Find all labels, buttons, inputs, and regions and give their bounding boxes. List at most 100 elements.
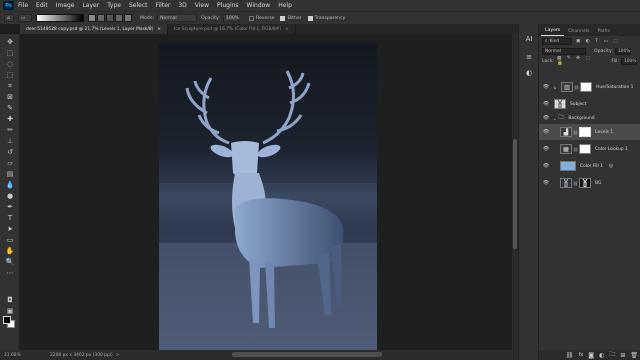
foreground-color-swatch[interactable] bbox=[3, 316, 11, 324]
frame-tool-icon[interactable]: ⊠ bbox=[5, 93, 15, 101]
lasso-tool-icon[interactable]: ◌ bbox=[5, 60, 15, 68]
transparency-checkbox[interactable] bbox=[307, 15, 313, 21]
eyedropper-tool-icon[interactable]: ✎ bbox=[5, 104, 15, 112]
mask-link-icon[interactable]: ⛓ bbox=[573, 147, 578, 152]
linear-gradient-icon[interactable] bbox=[88, 14, 96, 22]
canvas-area[interactable] bbox=[20, 34, 512, 350]
dither-checkbox[interactable] bbox=[280, 15, 286, 21]
mask-link-icon[interactable]: ⛓ bbox=[573, 181, 578, 186]
visibility-eye-icon[interactable]: 👁 bbox=[542, 180, 550, 186]
layer-group-row[interactable]: 👁 ⌄ 🗀 Background bbox=[539, 112, 640, 124]
layer-mask-thumbnail[interactable] bbox=[580, 82, 593, 92]
layer-mask-thumbnail[interactable] bbox=[579, 144, 592, 154]
visibility-eye-icon[interactable]: 👁 bbox=[542, 163, 550, 169]
clone-stamp-tool-icon[interactable]: ⊥ bbox=[5, 137, 15, 145]
layer-mask-thumbnail[interactable] bbox=[579, 127, 592, 137]
menu-select[interactable]: Select bbox=[129, 2, 148, 9]
diamond-gradient-icon[interactable] bbox=[124, 14, 132, 22]
radial-gradient-icon[interactable] bbox=[97, 14, 105, 22]
mode-dropdown[interactable]: Normal bbox=[157, 14, 198, 22]
layer-opacity-field[interactable]: 100% bbox=[614, 47, 631, 55]
brush-tool-icon[interactable]: ✏ bbox=[5, 126, 15, 134]
mask-icon[interactable]: ◙ bbox=[588, 352, 594, 359]
blur-tool-icon[interactable]: 💧 bbox=[5, 181, 15, 189]
menu-layer[interactable]: Layer bbox=[82, 2, 99, 9]
gradient-tool-preset-icon[interactable]: ▭ bbox=[18, 14, 32, 22]
adjustment-icon[interactable]: ◐ bbox=[599, 352, 604, 359]
status-menu-arrow-icon[interactable]: > bbox=[116, 353, 120, 358]
menu-file[interactable]: File bbox=[18, 2, 28, 9]
new-layer-icon[interactable]: ⊞ bbox=[620, 352, 625, 359]
more-tools-icon[interactable]: ⋯ bbox=[5, 269, 15, 277]
artboard-tool-icon[interactable]: ⬚ bbox=[5, 49, 15, 57]
adjustments-icon[interactable]: ◐ bbox=[524, 68, 534, 78]
angle-gradient-icon[interactable] bbox=[106, 14, 114, 22]
scrollbar-thumb[interactable] bbox=[513, 139, 517, 249]
menu-view[interactable]: View bbox=[195, 2, 209, 9]
mask-link-icon[interactable]: ⛓ bbox=[574, 85, 579, 90]
menu-edit[interactable]: Edit bbox=[36, 2, 48, 9]
healing-brush-tool-icon[interactable]: ✚ bbox=[5, 115, 15, 123]
tab-ice-sculpture-document[interactable]: Ice Sculpture.psd @ 16.7% (Color Fill 1,… bbox=[168, 24, 296, 34]
link-icon[interactable]: ⛓ bbox=[566, 352, 574, 359]
layer-row[interactable]: 👁 ⛓ BG bbox=[539, 175, 640, 191]
visibility-eye-icon[interactable]: 👁 bbox=[542, 146, 550, 152]
gradient-picker[interactable] bbox=[36, 14, 84, 22]
type-tool-icon[interactable]: T bbox=[5, 214, 15, 222]
fill-field[interactable]: 100% bbox=[621, 57, 637, 65]
blend-mode-dropdown[interactable]: Normal bbox=[542, 47, 586, 55]
menu-3d[interactable]: 3D bbox=[178, 2, 186, 9]
zoom-tool-icon[interactable]: 🔍 bbox=[5, 258, 15, 266]
document-canvas[interactable] bbox=[159, 43, 377, 350]
visibility-eye-icon[interactable]: 👁 bbox=[542, 129, 550, 135]
menu-image[interactable]: Image bbox=[56, 2, 75, 9]
visibility-eye-icon[interactable]: 👁 bbox=[542, 101, 550, 107]
gradient-tool-icon[interactable]: ▤ bbox=[5, 170, 15, 178]
layer-row[interactable]: 👁 ▦ ⛓ Color Lookup 1 bbox=[539, 141, 640, 157]
layer-kind-filter[interactable]: ⌕ Kind bbox=[542, 37, 572, 45]
rectangle-tool-icon[interactable]: ▭ bbox=[5, 236, 15, 244]
tab-channels[interactable]: Channels bbox=[564, 29, 593, 36]
screen-mode-icon[interactable]: ▣ bbox=[5, 307, 15, 315]
zoom-level[interactable]: 21.68% bbox=[4, 353, 30, 358]
close-icon[interactable]: × bbox=[157, 27, 161, 32]
folder-icon[interactable]: 🗀 bbox=[609, 350, 615, 360]
properties-icon[interactable]: ≡ bbox=[524, 52, 534, 62]
visibility-eye-icon[interactable]: 👁 bbox=[542, 115, 550, 121]
menu-window[interactable]: Window bbox=[247, 2, 271, 9]
menu-help[interactable]: Help bbox=[278, 2, 292, 9]
mask-link-icon[interactable]: ⛓ bbox=[573, 130, 578, 135]
layer-mask-thumbnail[interactable] bbox=[579, 178, 592, 188]
tab-paths[interactable]: Paths bbox=[593, 29, 614, 36]
tab-layers[interactable]: Layers bbox=[541, 28, 565, 36]
filter-type-icons[interactable]: ▣ ◐ T ▭ ⬚ bbox=[576, 39, 620, 44]
eraser-tool-icon[interactable]: ▱ bbox=[5, 159, 15, 167]
history-brush-tool-icon[interactable]: ↺ bbox=[5, 148, 15, 156]
home-icon[interactable]: ⌂ bbox=[4, 14, 14, 22]
photoshop-logo-icon[interactable]: Ps bbox=[3, 1, 14, 10]
layer-row[interactable]: 👁 ↳ ▥ ⛓ Hue/Saturation 1 bbox=[539, 79, 640, 95]
opacity-field[interactable]: 100% bbox=[222, 14, 239, 22]
chevron-down-icon[interactable]: ⌄ bbox=[553, 116, 556, 121]
ai-assistant-icon[interactable]: AI bbox=[524, 34, 534, 44]
fx-icon[interactable]: fx bbox=[579, 352, 584, 358]
layer-row[interactable]: 👁 Color Fill 1 ◎ bbox=[539, 158, 640, 174]
pen-tool-icon[interactable]: ✒ bbox=[5, 203, 15, 211]
trash-icon[interactable]: 🗑 bbox=[630, 352, 638, 359]
horizontal-scrollbar[interactable] bbox=[232, 352, 382, 357]
dodge-tool-icon[interactable]: ● bbox=[5, 192, 15, 200]
menu-plugins[interactable]: Plugins bbox=[217, 2, 239, 9]
hand-tool-icon[interactable]: ✋ bbox=[5, 247, 15, 255]
quick-mask-icon[interactable]: ◘ bbox=[5, 296, 15, 304]
visibility-eye-icon[interactable]: 👁 bbox=[542, 84, 550, 90]
object-selection-tool-icon[interactable]: ⬚ bbox=[5, 71, 15, 79]
reverse-checkbox[interactable] bbox=[248, 15, 254, 21]
move-tool-icon[interactable]: ✥ bbox=[5, 38, 15, 46]
menu-filter[interactable]: Filter bbox=[156, 2, 171, 9]
layer-row[interactable]: 👁 Subject bbox=[539, 96, 640, 112]
reflected-gradient-icon[interactable] bbox=[115, 14, 123, 22]
tab-deer-document[interactable]: deer-5148528 copy.psd @ 21.7% (Levels 1,… bbox=[20, 24, 169, 34]
lock-icons[interactable]: ▦ ✎ ✥ ⬚ 🔒 bbox=[557, 56, 597, 66]
layer-row-selected[interactable]: 👁 ▟ ⛓ Levels 1 bbox=[539, 124, 640, 140]
close-icon[interactable]: × bbox=[285, 27, 289, 32]
